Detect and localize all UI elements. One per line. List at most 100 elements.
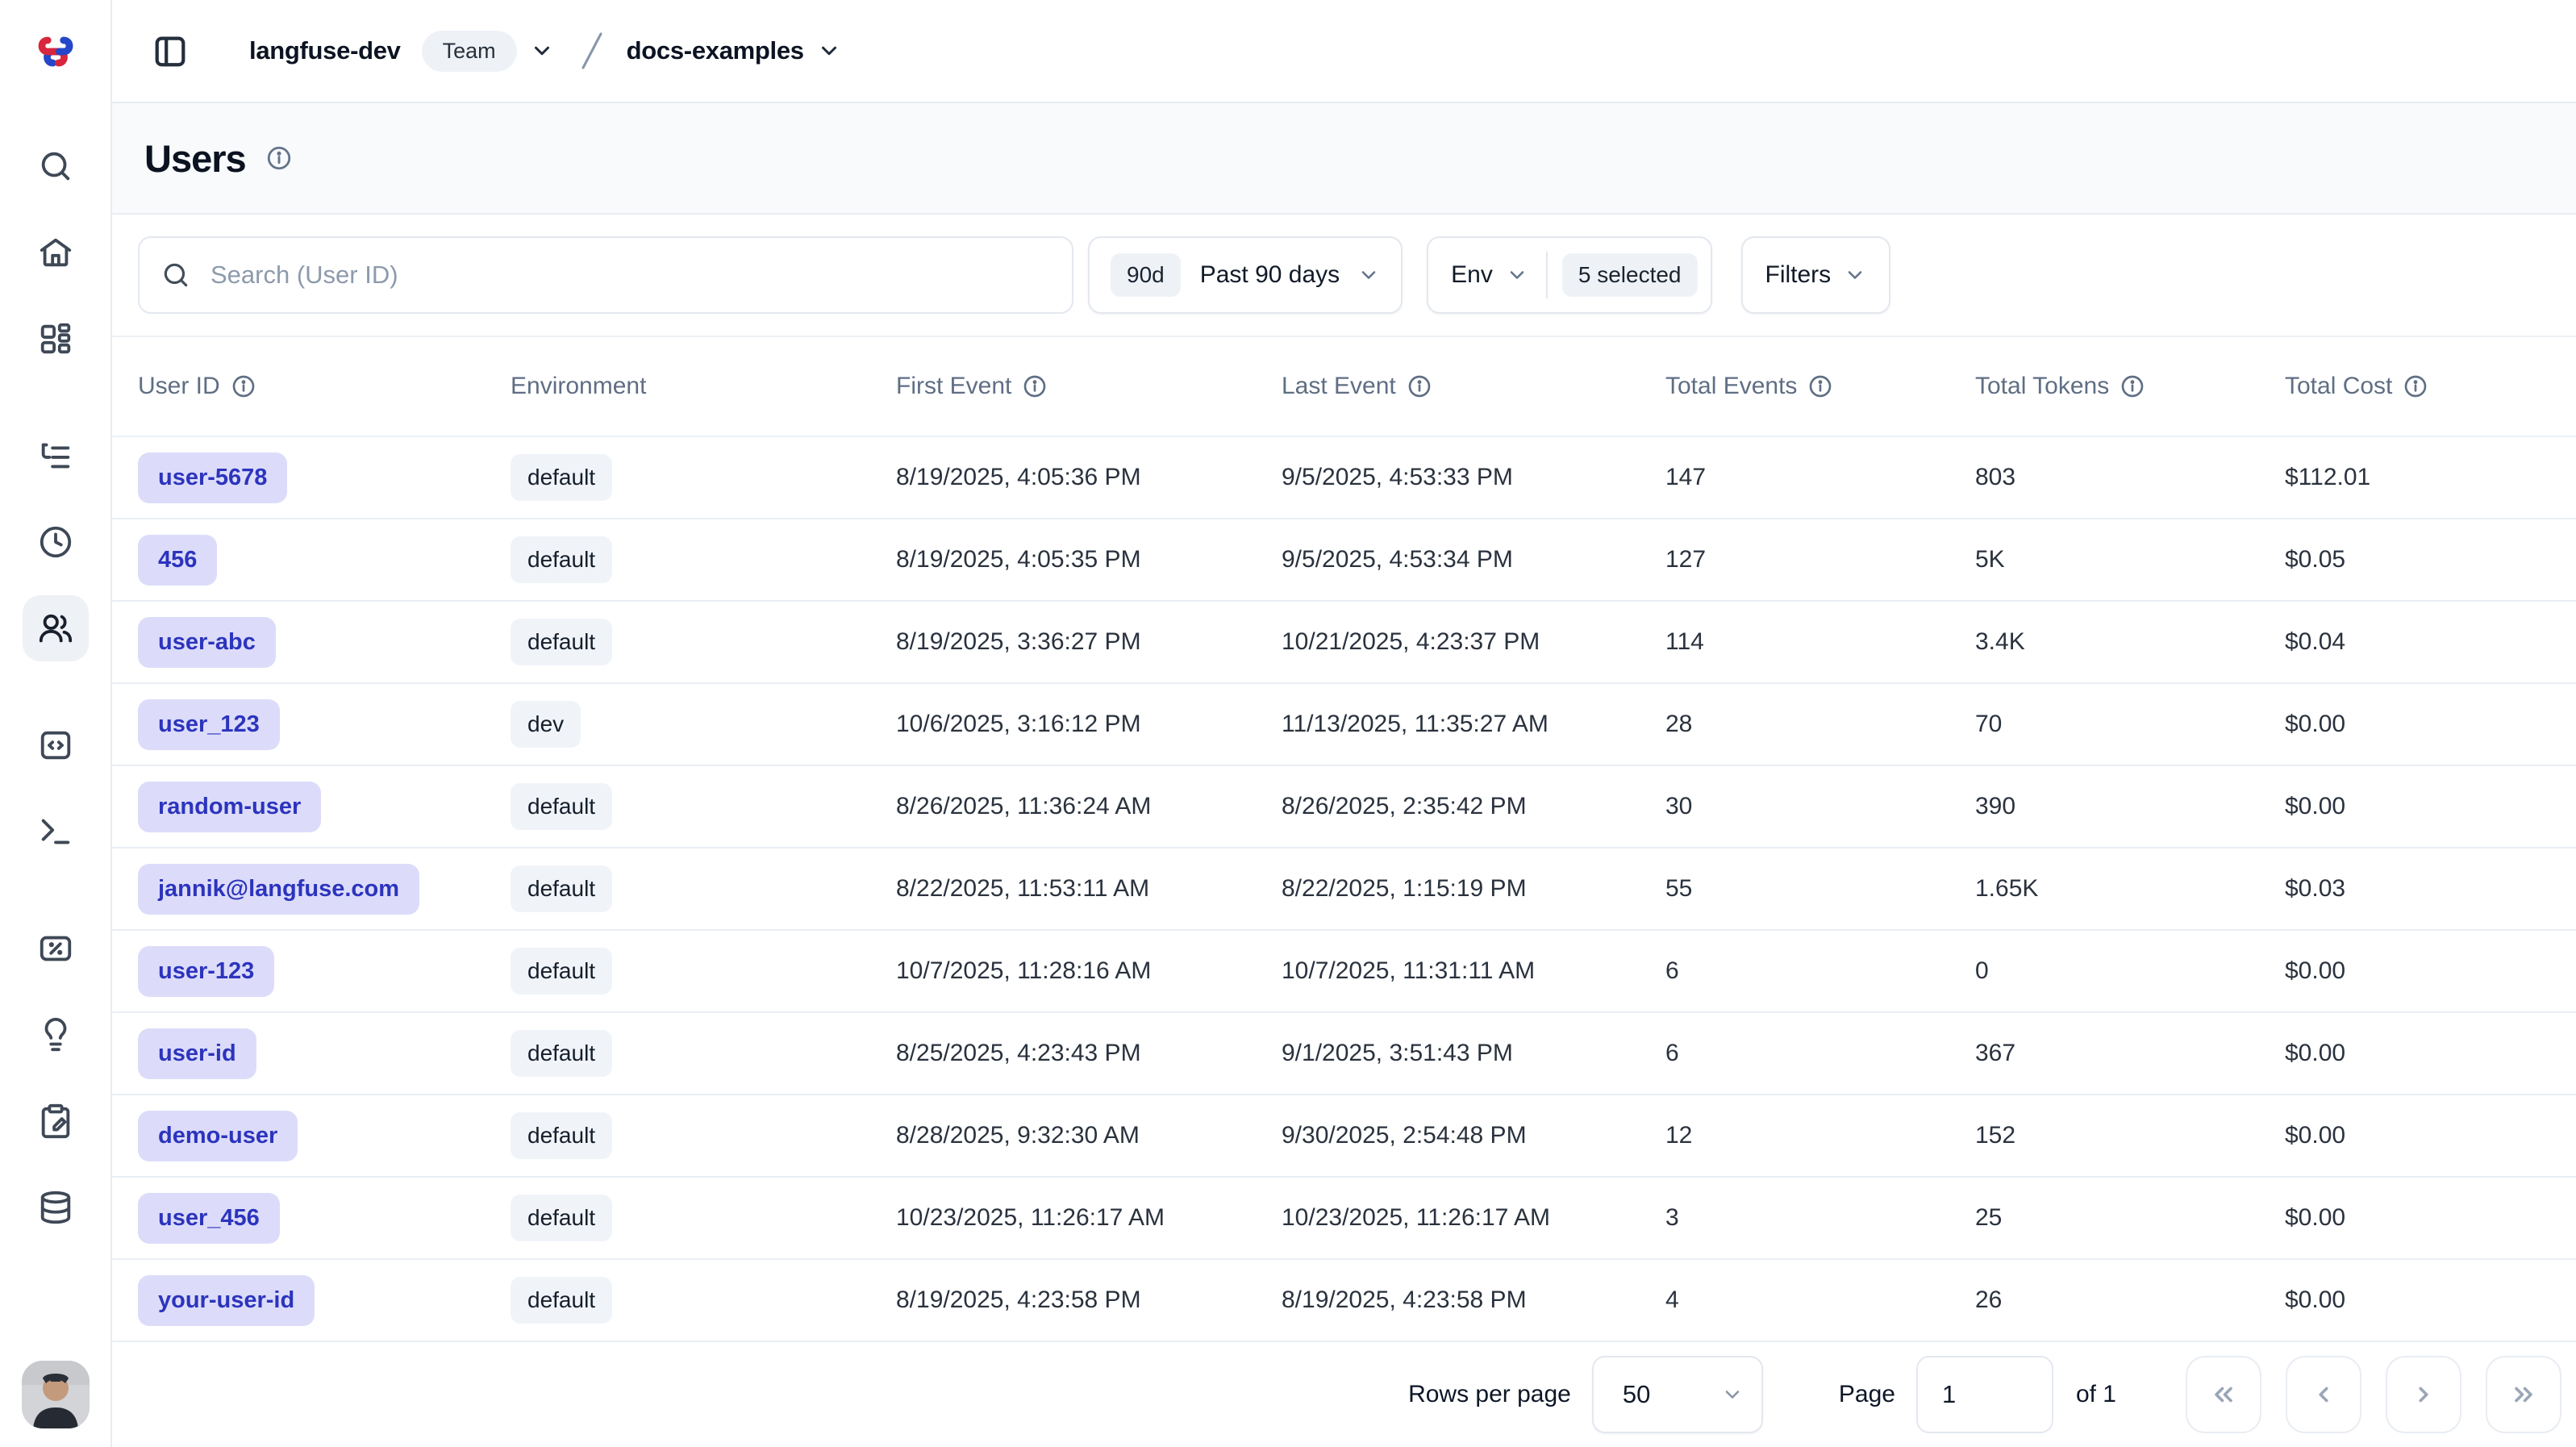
info-icon[interactable] (1407, 373, 1432, 399)
user-id-cell: user_123 (138, 699, 511, 750)
column-label: Total Events (1665, 373, 1797, 400)
environment-badge: default (511, 783, 612, 830)
chevron-down-icon (1357, 264, 1380, 286)
user-avatar[interactable] (22, 1361, 90, 1428)
user-id-badge[interactable]: user-id (138, 1028, 256, 1079)
org-name: langfuse-dev (249, 36, 401, 65)
org-type-badge: Team (422, 31, 517, 72)
sidebar-toggle-button[interactable] (149, 30, 191, 72)
table-row[interactable]: 456 default 8/19/2025, 4:05:35 PM 9/5/20… (112, 519, 2576, 602)
project-switcher[interactable]: docs-examples (627, 36, 841, 65)
table-row[interactable]: user_123 dev 10/6/2025, 3:16:12 PM 11/13… (112, 684, 2576, 766)
date-range-button[interactable]: 90d Past 90 days (1088, 236, 1403, 314)
user-id-badge[interactable]: user-abc (138, 617, 276, 668)
sidebar-item-prompts[interactable] (23, 712, 89, 778)
user-id-badge[interactable]: user-123 (138, 946, 274, 997)
info-icon[interactable] (1022, 373, 1048, 399)
previous-page-button[interactable] (2286, 1356, 2361, 1433)
table-row[interactable]: your-user-id default 8/19/2025, 4:23:58 … (112, 1260, 2576, 1342)
clipboard-pen-icon (37, 1103, 74, 1140)
column-header-environment: Environment (511, 373, 896, 400)
first-event-cell: 8/22/2025, 11:53:11 AM (896, 875, 1282, 903)
filters-button[interactable]: Filters (1741, 236, 1891, 314)
user-id-badge[interactable]: random-user (138, 782, 321, 832)
first-event-cell: 10/6/2025, 3:16:12 PM (896, 711, 1282, 738)
sidebar-item-annotation-queues[interactable] (23, 1088, 89, 1154)
column-header-last-event: Last Event (1282, 373, 1665, 400)
search-box (138, 236, 1073, 314)
info-icon[interactable] (2120, 373, 2145, 399)
last-event-cell: 10/7/2025, 11:31:11 AM (1282, 957, 1665, 985)
sidebar-item-search[interactable] (23, 133, 89, 199)
user-id-badge[interactable]: jannik@langfuse.com (138, 864, 419, 915)
table-row[interactable]: user_456 default 10/23/2025, 11:26:17 AM… (112, 1178, 2576, 1260)
total-cost-cell: $0.00 (2285, 711, 2576, 738)
info-icon[interactable] (231, 373, 256, 399)
search-icon (37, 148, 74, 185)
last-page-button[interactable] (2486, 1356, 2561, 1433)
sidebar-item-sessions[interactable] (23, 509, 89, 575)
chevron-down-icon (1721, 1383, 1744, 1406)
main-area: langfuse-dev Team docs-examples Users (112, 0, 2576, 1447)
user-id-badge[interactable]: demo-user (138, 1111, 298, 1161)
table-toolbar: 90d Past 90 days Env 5 selected Filters (112, 215, 2576, 336)
info-icon[interactable] (1807, 373, 1833, 399)
org-switcher[interactable]: Team (401, 31, 554, 72)
user-id-badge[interactable]: 456 (138, 535, 217, 586)
total-events-cell: 12 (1665, 1122, 1975, 1149)
search-icon (160, 260, 191, 290)
next-page-button[interactable] (2386, 1356, 2461, 1433)
page-number-input[interactable] (1916, 1356, 2053, 1433)
search-input[interactable] (209, 260, 1051, 290)
sidebar-item-dashboards[interactable] (23, 306, 89, 372)
langfuse-logo (0, 0, 110, 103)
total-cost-cell: $0.00 (2285, 957, 2576, 985)
sidebar-item-datasets[interactable] (23, 1174, 89, 1241)
first-page-button[interactable] (2186, 1356, 2261, 1433)
sidebar-item-playground[interactable] (23, 799, 89, 865)
info-icon[interactable] (2403, 373, 2428, 399)
project-name: docs-examples (627, 36, 804, 65)
environment-filter-button[interactable]: Env 5 selected (1427, 236, 1711, 314)
table-row[interactable]: user-id default 8/25/2025, 4:23:43 PM 9/… (112, 1013, 2576, 1095)
total-events-cell: 147 (1665, 464, 1975, 491)
table-row[interactable]: user-abc default 8/19/2025, 3:36:27 PM 1… (112, 602, 2576, 684)
last-event-cell: 8/19/2025, 4:23:58 PM (1282, 1286, 1665, 1314)
divider (1546, 252, 1548, 298)
first-event-cell: 8/19/2025, 3:36:27 PM (896, 628, 1282, 656)
list-tree-icon (37, 437, 74, 474)
last-event-cell: 9/30/2025, 2:54:48 PM (1282, 1122, 1665, 1149)
rows-per-page-select[interactable]: 50 (1592, 1356, 1763, 1433)
user-id-badge[interactable]: user-5678 (138, 452, 287, 503)
user-id-badge[interactable]: user_456 (138, 1193, 280, 1244)
page-label: Page (1839, 1381, 1895, 1408)
sidebar-item-users[interactable] (23, 595, 89, 661)
table-row[interactable]: jannik@langfuse.com default 8/22/2025, 1… (112, 849, 2576, 931)
table-row[interactable]: user-123 default 10/7/2025, 11:28:16 AM … (112, 931, 2576, 1013)
sidebar-item-insights[interactable] (23, 1002, 89, 1068)
last-event-cell: 11/13/2025, 11:35:27 AM (1282, 711, 1665, 738)
rows-per-page-value: 50 (1623, 1380, 1650, 1409)
user-id-cell: user-abc (138, 617, 511, 668)
first-event-cell: 8/26/2025, 11:36:24 AM (896, 793, 1282, 820)
user-id-badge[interactable]: user_123 (138, 699, 280, 750)
sidebar-item-home[interactable] (23, 219, 89, 286)
user-id-cell: your-user-id (138, 1275, 511, 1326)
user-id-badge[interactable]: your-user-id (138, 1275, 315, 1326)
sidebar (0, 0, 112, 1447)
table-row[interactable]: user-5678 default 8/19/2025, 4:05:36 PM … (112, 437, 2576, 519)
table-row[interactable]: random-user default 8/26/2025, 11:36:24 … (112, 766, 2576, 849)
environment-badge: default (511, 454, 612, 501)
langfuse-knot-icon (35, 31, 77, 73)
environment-cell: default (511, 1195, 896, 1241)
user-id-cell: user-123 (138, 946, 511, 997)
total-tokens-cell: 70 (1975, 711, 2285, 738)
first-event-cell: 10/23/2025, 11:26:17 AM (896, 1204, 1282, 1232)
last-event-cell: 10/21/2025, 4:23:37 PM (1282, 628, 1665, 656)
info-icon[interactable] (265, 144, 293, 172)
sidebar-item-scores[interactable] (23, 915, 89, 982)
table-row[interactable]: demo-user default 8/28/2025, 9:32:30 AM … (112, 1095, 2576, 1178)
sidebar-item-tracing[interactable] (23, 423, 89, 489)
date-range-badge: 90d (1111, 253, 1181, 297)
environment-selected-badge: 5 selected (1562, 253, 1698, 297)
